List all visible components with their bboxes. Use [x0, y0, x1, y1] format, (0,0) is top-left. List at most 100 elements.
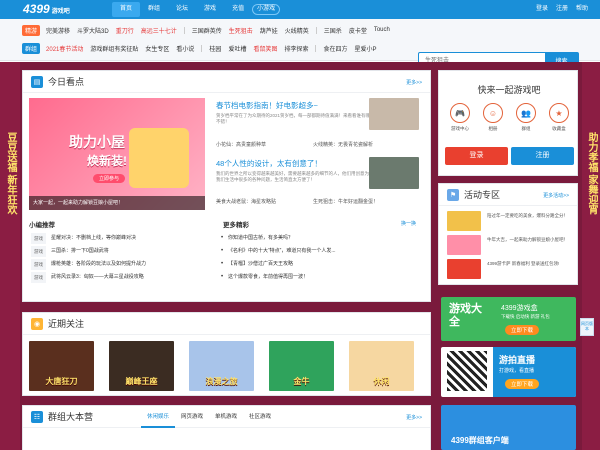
quick-entry[interactable]: ☺ 相册	[478, 103, 508, 132]
activity-panel: ⚑ 活动专区 更多活动>> 陪过年一定要吃的美食，爆料分路全分！ 牛年大吉，一起来助…	[438, 183, 578, 285]
sub-nav-link[interactable]: 完美游移	[46, 26, 70, 35]
sub-nav-link[interactable]: 女生专区	[145, 44, 169, 53]
ad-game-box[interactable]: 游戏大全 4399游戏盒 下载快 启动快 新游 礼包 立即下载	[441, 297, 576, 341]
news-headline-2[interactable]: 48个人性的设计，太有创意了！	[216, 158, 322, 169]
banner-subtitle: 焕新装!	[87, 154, 127, 168]
bullet-icon: •	[221, 274, 224, 280]
highlight-link[interactable]: 火线精英：无畏青花瓷解析	[313, 141, 373, 148]
sub-nav-link[interactable]: 皮卡堂	[349, 26, 367, 35]
today-title: 今日看点	[48, 77, 85, 87]
recent-game-label: 巅峰王座	[125, 377, 158, 386]
activity-icon: ⚑	[447, 188, 459, 201]
group-tab[interactable]: 社区游戏	[243, 406, 277, 428]
recent-game-thumb[interactable]: 金牛	[269, 341, 334, 391]
groups-more-link[interactable]: 更多>>	[406, 414, 422, 421]
activity-more-link[interactable]: 更多活动>>	[543, 192, 569, 199]
news-headline-1[interactable]: 春节档电影指南！好电影超多~	[216, 100, 318, 111]
login-button[interactable]: 登录	[445, 147, 508, 165]
news-thumb-2[interactable]	[369, 157, 419, 189]
sub-nav-link[interactable]: 火线精英	[285, 26, 309, 35]
float-badge[interactable]: 网页版本	[580, 318, 594, 336]
sub-nav-link[interactable]: 排李探索	[284, 44, 308, 53]
highlight-link[interactable]: 小花仙：高贵童颜种草	[216, 141, 266, 148]
list-tag: 游戏	[31, 259, 46, 270]
banner-join-button[interactable]: 立即参与	[93, 174, 126, 183]
divider	[183, 26, 185, 34]
activity-item[interactable]: 4399游卡萨 新春福利 登录送红包领!	[447, 259, 577, 281]
top-bar: 4399 游戏吧 首页 群组 论坛 游戏 充值 小游戏 登录 注册 帮助	[0, 0, 600, 19]
site-logo[interactable]: 4399 游戏吧	[23, 1, 111, 18]
nav-item[interactable]: 小游戏	[252, 4, 281, 15]
sub-nav-link[interactable]: 星爱小P	[355, 44, 377, 53]
side-promo-left[interactable]: 豆豆送福 新年狂欢	[3, 132, 17, 215]
ad-group-client[interactable]: 4399群组客户端	[441, 405, 576, 450]
list-item[interactable]: 游戏 星耀对决：不删档上线，等你巅峰对决	[31, 233, 207, 244]
activity-item[interactable]: 牛年大吉，一起来助力解锁豆娘小屋吧！	[447, 235, 577, 257]
qr-code-icon	[447, 351, 487, 391]
sub-nav-link[interactable]: 桂园	[209, 44, 221, 53]
recent-game-thumb[interactable]: 浪漫之旅	[189, 341, 254, 391]
recent-game-thumb[interactable]: 巅峰王座	[109, 341, 174, 391]
sub-nav-link[interactable]: 看鼠笑图	[253, 44, 277, 53]
activity-title: 活动专区	[464, 190, 501, 200]
list-tag: 游戏	[31, 233, 46, 244]
group-tab[interactable]: 休闲娱乐	[141, 406, 176, 428]
top-link[interactable]: 帮助	[576, 0, 588, 19]
quick-entry[interactable]: 👥 群组	[511, 103, 541, 132]
sub-nav-link[interactable]: 2021春节活动	[46, 44, 83, 53]
ad-live-download[interactable]: 立即下载	[505, 379, 540, 389]
list-item[interactable]: 游戏 武将风云录3：匈奴——大幕三星战役攻略	[31, 272, 207, 283]
today-more-link[interactable]: 更多>>	[406, 79, 422, 86]
sub-nav-link[interactable]: 三国杀	[324, 26, 342, 35]
nav-item[interactable]: 充值	[224, 0, 252, 19]
divider	[201, 44, 203, 52]
sub-nav-link[interactable]: 葫芦娃	[260, 26, 278, 35]
main-nav: 首页 群组 论坛 游戏 充值 小游戏	[112, 0, 281, 19]
quick-entry-label: 群组	[521, 126, 531, 131]
activity-item[interactable]: 陪过年一定要吃的美食，爆料分路全分！	[447, 211, 577, 233]
ad-live[interactable]: 游拍直播 打游戏，看直播 立即下载	[441, 347, 576, 397]
sub-nav-link[interactable]: 生死狙击	[229, 26, 253, 35]
quick-entry[interactable]: ★ 收藏盒	[544, 103, 574, 132]
group-tab[interactable]: 单机游戏	[209, 406, 243, 428]
divider	[315, 44, 317, 52]
nav-item[interactable]: 游戏	[196, 0, 224, 19]
list-item[interactable]: 游戏 三国杀：排一下0国战武将	[31, 246, 207, 257]
list-item[interactable]: 这个爆款零食，年前值得再囤一波！	[228, 272, 308, 283]
group-tab[interactable]: 网页游戏	[175, 406, 209, 428]
quick-entry[interactable]: 🎮 游戏中心	[445, 103, 475, 132]
ad-game-box-download[interactable]: 立即下载	[505, 325, 540, 335]
sub-nav-link[interactable]: 高远三十七计	[141, 26, 177, 35]
highlight-link[interactable]: 生死狙击：牛年好运翻金蛋！	[313, 198, 378, 205]
sub-nav-link[interactable]: 食在四方	[323, 44, 347, 53]
top-link[interactable]: 注册	[556, 0, 568, 19]
register-button[interactable]: 注册	[511, 147, 574, 165]
today-banner[interactable]: 助力小屋 焕新装! 立即参与 大家一起，一起来助力解锁豆娘小屋吧！	[29, 98, 205, 210]
list-item[interactable]: 你知道中国古桥，有多美吗？	[228, 233, 293, 244]
quick-entry-icon: 👥	[516, 103, 536, 123]
editor-picks-title: 小编推荐	[29, 222, 55, 229]
sub-nav-link[interactable]: 重刀行	[116, 26, 134, 35]
top-link[interactable]: 登录	[536, 0, 548, 19]
side-promo-right[interactable]: 助力孝福 家舞迎宵	[584, 132, 598, 215]
nav-item[interactable]: 群组	[140, 0, 168, 19]
sub-nav-link[interactable]: Touch	[374, 27, 390, 33]
sub-nav-link[interactable]: 三国群英传	[192, 26, 222, 35]
list-item[interactable]: 【青榴】沙僧过广百天王攻略	[228, 259, 293, 270]
recent-game-thumb[interactable]: 大唐狂刀	[29, 341, 94, 391]
divider	[315, 26, 317, 34]
refresh-link[interactable]: 换一换	[401, 220, 416, 227]
list-item[interactable]: 游戏 爆枪英雄：各阶段的玩法以及如何提升战力	[31, 259, 207, 270]
sub-nav-link[interactable]: 看小说	[176, 44, 194, 53]
recent-game-thumb[interactable]: 休闲	[349, 341, 414, 391]
recent-title: 近期关注	[48, 319, 85, 329]
sub-nav-link[interactable]: 斗罗大陆3D	[77, 26, 109, 35]
list-item[interactable]: 《名利》中的十大“特点”，难道只有我一个人发...	[228, 246, 336, 257]
nav-item[interactable]: 论坛	[168, 0, 196, 19]
sub-nav-link[interactable]: 爱吐槽	[228, 44, 246, 53]
login-title: 快来一起游戏吧	[477, 85, 541, 95]
sub-nav-link[interactable]: 游戏群组有奖征贴	[90, 44, 138, 53]
nav-item[interactable]: 首页	[112, 2, 141, 17]
news-thumb-1[interactable]	[369, 98, 419, 130]
highlight-link[interactable]: 美食大战老鼠：海星攻略贴	[216, 198, 276, 205]
